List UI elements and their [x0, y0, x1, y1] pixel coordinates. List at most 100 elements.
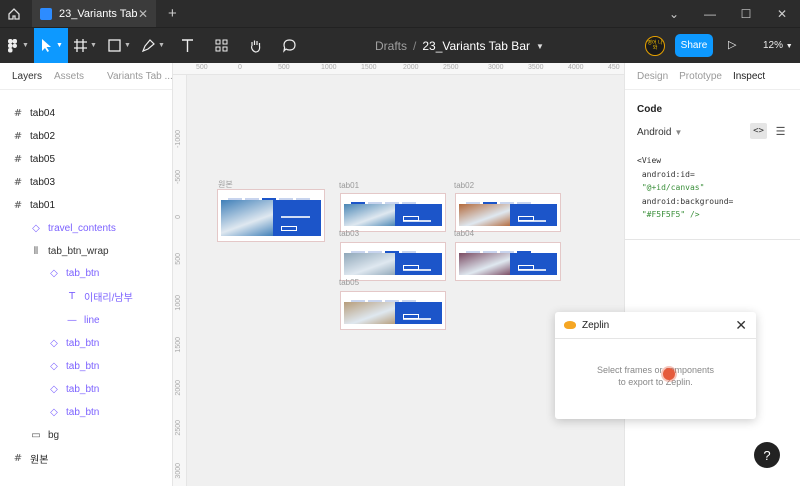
more-button-preview	[403, 265, 419, 270]
code-line: "#F5F5F5" />	[637, 210, 700, 219]
layer-item[interactable]: — line	[0, 309, 172, 331]
layer-item[interactable]: ▭ bg	[0, 424, 172, 446]
canvas[interactable]: 500 0 500 1000 1500 2000 2500 3000 3500 4000 450 -…	[173, 63, 624, 486]
avatar[interactable]: 영어 나와	[645, 36, 665, 56]
file-tab-label: 23_Variants Tab Bar	[59, 7, 138, 20]
travel-photo	[344, 253, 396, 275]
help-button[interactable]: ?	[754, 442, 780, 468]
layer-item[interactable]: # tab02	[0, 125, 172, 147]
move-tool[interactable]: ▼	[34, 27, 68, 64]
component-instance-icon: T	[68, 290, 76, 302]
resources-tool[interactable]	[204, 28, 238, 64]
frame-icon: #	[13, 130, 23, 142]
pen-icon	[141, 39, 155, 53]
tab-prototype[interactable]: Prototype	[679, 71, 722, 82]
frame-label[interactable]: tab01	[339, 181, 359, 190]
close-icon[interactable]: ✕	[735, 317, 747, 334]
layer-item[interactable]: T 이태리/남부	[0, 285, 172, 307]
layer-item[interactable]: ◇ tab_btn	[0, 355, 172, 377]
tab-bar-preview	[228, 192, 314, 201]
frame-label[interactable]: 원본	[218, 179, 233, 190]
file-tab[interactable]: 23_Variants Tab Bar ✕	[32, 0, 156, 27]
zoom-dropdown[interactable]: 12% ▼	[763, 40, 793, 51]
frame-thumbnail[interactable]	[341, 243, 445, 280]
present-play-icon[interactable]: ▷	[728, 38, 736, 51]
zeplin-title: Zeplin	[582, 319, 610, 331]
component-instance-icon: ◇	[50, 360, 58, 372]
ruler-tick-label: 500	[196, 64, 208, 71]
zeplin-message-line: to export to Zeplin.	[618, 377, 693, 387]
list-view-icon[interactable]: ☰	[772, 123, 789, 139]
layer-item[interactable]: # tab05	[0, 148, 172, 170]
more-button-preview	[403, 216, 419, 221]
layer-item[interactable]: ◇ tab_btn	[0, 332, 172, 354]
layer-name: tab_btn	[66, 383, 100, 395]
layer-item[interactable]: ◇ travel_contents	[0, 217, 172, 239]
layer-item[interactable]: # tab01	[0, 194, 172, 216]
content-panel	[510, 204, 557, 226]
layer-item[interactable]: ◇ tab_btn	[0, 262, 172, 284]
main-menu-button[interactable]: ▼	[0, 28, 34, 64]
title-bar: 23_Variants Tab Bar ✕ + ⌄ — ☐ ✕	[0, 0, 800, 27]
layer-item[interactable]: ⦀ tab_btn_wrap	[0, 240, 172, 262]
layer-item[interactable]: # tab04	[0, 102, 172, 124]
minimize-icon[interactable]: —	[692, 7, 728, 21]
frame-label[interactable]: tab05	[339, 278, 359, 287]
tab-inspect[interactable]: Inspect	[733, 71, 765, 82]
layer-type-icon: ⦀	[33, 245, 39, 257]
language-dropdown[interactable]: Android ▼	[637, 127, 682, 138]
add-tab-icon[interactable]: +	[168, 5, 177, 22]
comment-tool[interactable]	[272, 28, 306, 64]
file-name[interactable]: 23_Variants Tab Bar	[422, 39, 530, 53]
left-panel-tabs: Layers Assets Variants Tab ... ▼	[0, 63, 183, 90]
frame-tool[interactable]: ▼	[68, 28, 102, 64]
share-button[interactable]: Share	[675, 34, 713, 57]
page-selector[interactable]: Variants Tab ... ▼	[107, 71, 183, 82]
code-line: android:id=	[637, 169, 695, 179]
chevron-down-icon[interactable]: ▼	[536, 42, 544, 51]
frame-thumbnail[interactable]	[218, 190, 324, 241]
zeplin-message-line: Select frames or components	[596, 365, 715, 375]
tab-design[interactable]: Design	[637, 71, 668, 82]
shape-tool[interactable]: ▼	[102, 28, 136, 64]
layer-name: 이태리/남부	[84, 292, 133, 304]
language-value: Android	[637, 127, 672, 138]
figma-file-icon	[40, 7, 52, 20]
zeplin-logo-icon	[564, 321, 576, 329]
frame-label[interactable]: tab02	[454, 181, 474, 190]
frame-thumbnail[interactable]	[341, 194, 445, 231]
frame-label[interactable]: tab04	[454, 229, 474, 238]
tab-assets[interactable]: Assets	[54, 71, 84, 82]
frame-thumbnail[interactable]	[341, 292, 445, 329]
close-tab-icon[interactable]: ✕	[138, 7, 148, 21]
layer-item[interactable]: ◇ tab_btn	[0, 378, 172, 400]
layer-name: travel_contents	[48, 222, 116, 234]
tabs-dropdown-icon[interactable]: ⌄	[656, 7, 692, 21]
maximize-icon[interactable]: ☐	[728, 7, 764, 21]
pen-tool[interactable]: ▼	[136, 28, 170, 64]
frame-thumbnail[interactable]	[456, 194, 560, 231]
content-panel	[395, 302, 442, 324]
layer-item[interactable]: # tab03	[0, 171, 172, 193]
layer-item[interactable]: ◇ tab_btn	[0, 401, 172, 423]
layer-item[interactable]: # 원본	[0, 447, 172, 469]
toolbar: ▼ ▼ ▼ ▼ ▼ Drafts / 23_Variants Tab Bar ▼…	[0, 27, 800, 64]
code-line: "@+id/canvas"	[637, 183, 705, 192]
ruler-tick-label: 3000	[488, 64, 504, 71]
breadcrumb-drafts[interactable]: Drafts	[375, 39, 407, 53]
ruler-tick-label: 500	[175, 253, 182, 265]
hand-icon	[250, 40, 260, 53]
text-tool[interactable]	[170, 28, 204, 64]
layer-name: 원본	[30, 454, 49, 466]
more-button-preview	[518, 265, 534, 270]
content-panel	[395, 204, 442, 226]
ruler-tick-label: 1000	[175, 295, 182, 311]
frame-label[interactable]: tab03	[339, 229, 359, 238]
home-icon[interactable]	[0, 0, 28, 27]
frame-thumbnail[interactable]	[456, 243, 560, 280]
code-view-icon[interactable]: <>	[750, 123, 767, 139]
tab-layers[interactable]: Layers	[12, 71, 42, 82]
hand-tool[interactable]	[238, 28, 272, 64]
close-window-icon[interactable]: ✕	[764, 7, 800, 21]
frame-icon: #	[13, 107, 23, 119]
